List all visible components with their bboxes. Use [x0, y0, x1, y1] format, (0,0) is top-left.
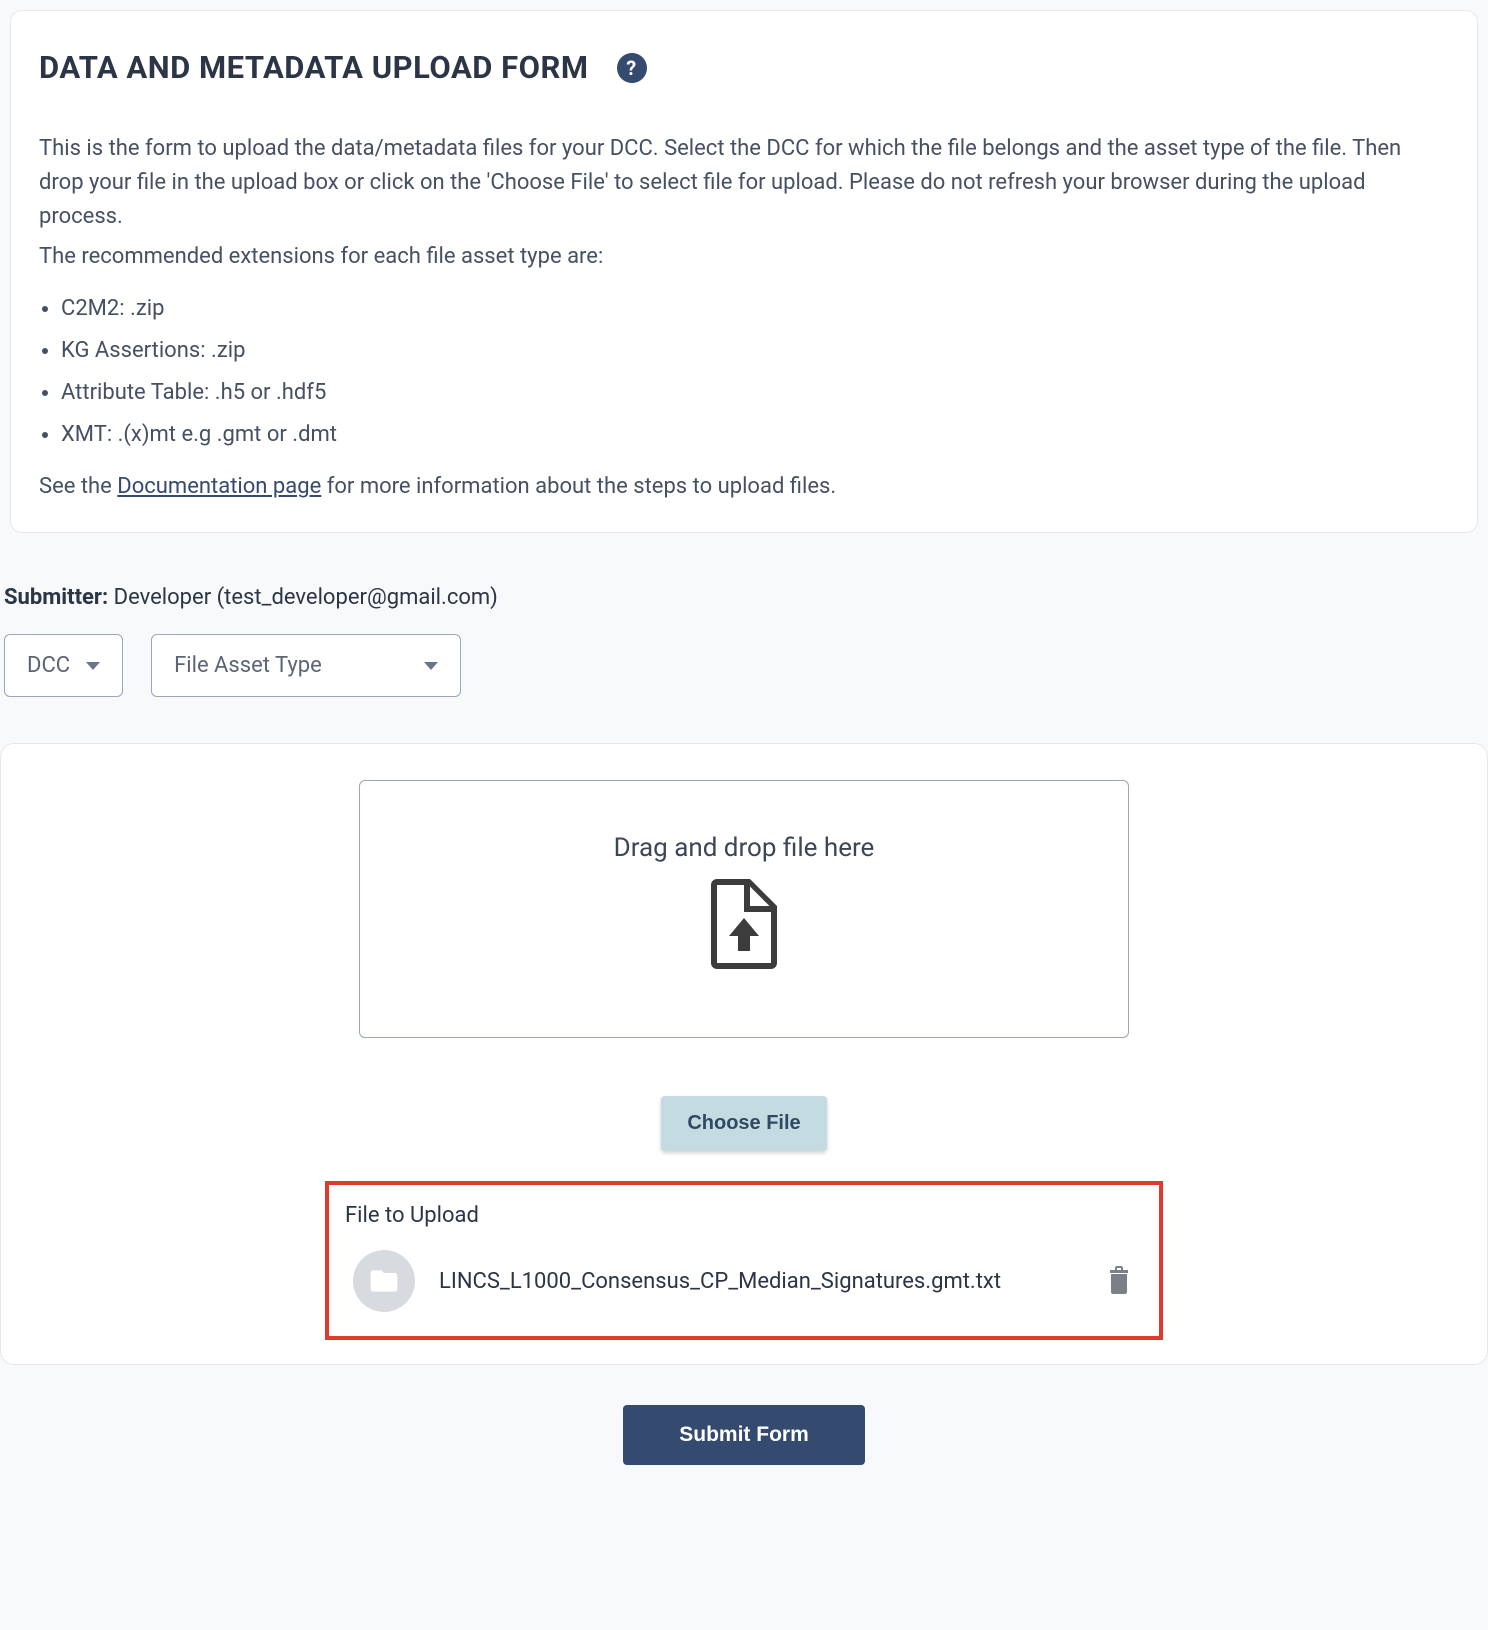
help-icon[interactable]: ? [617, 53, 647, 83]
file-dropzone[interactable]: Drag and drop file here [359, 780, 1129, 1038]
dropzone-text: Drag and drop file here [614, 829, 875, 868]
dcc-select[interactable]: DCC [4, 634, 123, 697]
upload-panel: Drag and drop file here Choose File File… [0, 743, 1488, 1365]
submitter-value: Developer (test_developer@gmail.com) [114, 585, 498, 610]
submit-form-button[interactable]: Submit Form [623, 1405, 865, 1465]
submitter-row: Submitter: Developer (test_developer@gma… [4, 581, 1488, 614]
file-to-upload-panel: File to Upload LINCS_L1000_Consensus_CP_… [325, 1181, 1163, 1340]
documentation-link[interactable]: Documentation page [117, 474, 321, 499]
list-item: XMT: .(x)mt e.g .gmt or .dmt [61, 418, 1449, 452]
uploaded-file-name: LINCS_L1000_Consensus_CP_Median_Signatur… [439, 1265, 1079, 1298]
file-to-upload-title: File to Upload [345, 1199, 1143, 1232]
file-asset-type-label: File Asset Type [174, 649, 322, 682]
submit-row: Submit Form [0, 1405, 1488, 1465]
file-row: LINCS_L1000_Consensus_CP_Median_Signatur… [345, 1250, 1143, 1312]
upload-file-icon [708, 878, 780, 981]
list-item: KG Assertions: .zip [61, 334, 1449, 368]
delete-file-button[interactable] [1103, 1262, 1135, 1301]
list-item: C2M2: .zip [61, 292, 1449, 326]
chevron-down-icon [86, 662, 100, 670]
recommended-extensions-line: The recommended extensions for each file… [39, 240, 1449, 274]
intro-block: This is the form to upload the data/meta… [39, 132, 1449, 505]
file-asset-type-select[interactable]: File Asset Type [151, 634, 461, 697]
page-title: DATA AND METADATA UPLOAD FORM [39, 45, 589, 92]
upload-form-card: DATA AND METADATA UPLOAD FORM ? This is … [10, 10, 1478, 533]
page-title-row: DATA AND METADATA UPLOAD FORM ? [39, 45, 1449, 92]
chevron-down-icon [424, 662, 438, 670]
documentation-line: See the Documentation page for more info… [39, 470, 1449, 504]
intro-paragraph: This is the form to upload the data/meta… [39, 132, 1449, 234]
choose-file-button[interactable]: Choose File [661, 1096, 826, 1151]
doc-suffix: for more information about the steps to … [321, 474, 836, 499]
doc-prefix: See the [39, 474, 117, 499]
list-item: Attribute Table: .h5 or .hdf5 [61, 376, 1449, 410]
trash-icon [1107, 1282, 1131, 1297]
submitter-label: Submitter: [4, 585, 108, 610]
folder-icon [353, 1250, 415, 1312]
dcc-select-label: DCC [27, 649, 70, 682]
extensions-list: C2M2: .zip KG Assertions: .zip Attribute… [61, 292, 1449, 452]
selects-row: DCC File Asset Type [4, 634, 1488, 697]
